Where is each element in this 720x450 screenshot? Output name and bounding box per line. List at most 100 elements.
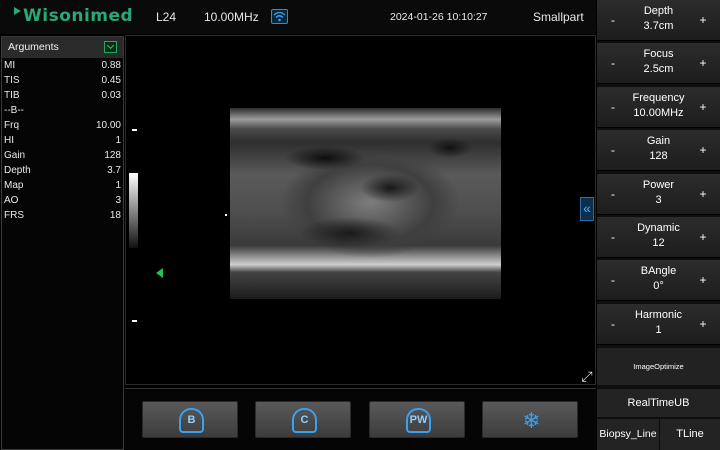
exam-preset-label[interactable]: Smallpart: [533, 10, 584, 24]
freeze-button[interactable]: ❄: [482, 401, 578, 438]
pw-mode-button[interactable]: PW: [369, 401, 465, 438]
control-name: Frequency: [632, 91, 685, 104]
control-frequency: - Frequency 10.00MHz +: [597, 86, 720, 128]
argument-row: AO 3: [2, 193, 123, 208]
increase-button[interactable]: +: [696, 230, 710, 244]
argument-key: TIB: [4, 90, 20, 101]
control-value: 3: [655, 193, 662, 206]
control-power: - Power 3 +: [597, 173, 720, 215]
control-value: 10.00MHz: [633, 106, 684, 119]
ultrasound-image-area[interactable]: ⤢: [125, 35, 596, 385]
control-bangle: - BAngle 0° +: [597, 260, 720, 302]
control-name: BAngle: [640, 265, 677, 278]
argument-value: 3.7: [107, 165, 121, 176]
pw-mode-icon: PW: [406, 408, 431, 433]
arguments-list: MI 0.88 TIS 0.45 TIB 0.03 --B-- Frq 10.00 HI 1 Gain…: [2, 58, 123, 223]
wifi-icon[interactable]: [271, 9, 288, 24]
image-optimize-button[interactable]: ImageOptimize: [597, 348, 720, 385]
biopsy-line-button[interactable]: Biopsy_Line: [597, 419, 659, 450]
argument-key: Gain: [4, 150, 26, 161]
increase-button[interactable]: +: [696, 56, 710, 70]
mode-selector-bar: B C PW ❄: [125, 388, 596, 450]
argument-key: Depth: [4, 165, 31, 176]
c-mode-button[interactable]: C: [255, 401, 351, 438]
argument-row: TIB 0.03: [2, 88, 123, 103]
logo-mark-icon: [14, 7, 21, 15]
control-value: 2.5cm: [643, 63, 674, 76]
arguments-header: Arguments: [2, 37, 123, 58]
argument-row: FRS 18: [2, 208, 123, 223]
collapse-right-panel-chevron-icon[interactable]: «: [580, 197, 594, 221]
increase-button[interactable]: +: [696, 13, 710, 27]
top-status-bar: Wisonimed L24 10.00MHz 2024-01-26 10:10:…: [0, 0, 596, 34]
control-value: 12: [652, 237, 665, 249]
control-dynamic: - Dynamic 12 +: [597, 217, 720, 258]
control-value: 1: [655, 323, 662, 336]
argument-row: Map 1: [2, 178, 123, 193]
argument-key: TIS: [4, 75, 20, 86]
brand-logo: Wisonimed: [14, 6, 133, 26]
fullscreen-expand-icon[interactable]: ⤢: [578, 367, 596, 385]
control-focus: - Focus 2.5cm +: [597, 43, 720, 85]
realtime-ub-button[interactable]: RealTimeUB: [597, 389, 720, 417]
argument-value: 0.45: [101, 75, 121, 86]
arguments-title: Arguments: [8, 41, 59, 53]
control-gain: - Gain 128 +: [597, 130, 720, 172]
increase-button[interactable]: +: [696, 187, 710, 201]
argument-value: 1: [115, 180, 121, 191]
argument-row: --B--: [2, 103, 123, 118]
argument-value: 0.03: [101, 90, 121, 101]
argument-value: 1: [115, 135, 121, 146]
frequency-readout: 10.00MHz: [204, 10, 259, 24]
argument-row: TIS 0.45: [2, 73, 123, 88]
control-name: Focus: [643, 48, 674, 61]
depth-scale-marker: [132, 320, 137, 322]
increase-button[interactable]: +: [696, 273, 710, 287]
argument-key: FRS: [4, 210, 24, 221]
tline-button[interactable]: TLine: [660, 419, 720, 450]
argument-row: Gain 128: [2, 148, 123, 163]
increase-button[interactable]: +: [696, 143, 710, 157]
argument-row: HI 1: [2, 133, 123, 148]
collapse-arguments-chevron-icon[interactable]: [104, 41, 117, 53]
argument-key: --B--: [4, 105, 24, 116]
increase-button[interactable]: +: [696, 317, 710, 331]
datetime-readout: 2024-01-26 10:10:27: [390, 11, 488, 23]
control-value: 3.7cm: [643, 20, 674, 32]
b-mode-button[interactable]: B: [142, 401, 238, 438]
grayscale-bar: [129, 173, 138, 248]
freeze-snowflake-icon: ❄: [522, 408, 541, 433]
right-control-panel: - Depth 3.7cm + - Focus 2.5cm + - Frequency 10.00M…: [597, 0, 720, 450]
control-value: 128: [649, 150, 668, 163]
argument-key: Frq: [4, 120, 19, 131]
logo-text: Wisonimed: [23, 6, 134, 26]
argument-key: HI: [4, 135, 14, 146]
argument-row: Depth 3.7: [2, 163, 123, 178]
c-mode-icon: C: [292, 408, 317, 433]
argument-row: Frq 10.00: [2, 118, 123, 133]
control-depth: - Depth 3.7cm +: [597, 0, 720, 41]
depth-scale-marker: [132, 129, 137, 131]
control-name: Depth: [643, 5, 674, 17]
argument-value: 128: [104, 150, 121, 161]
argument-key: Map: [4, 180, 24, 191]
control-name: Power: [642, 178, 675, 191]
b-mode-icon: B: [179, 408, 204, 433]
probe-label: L24: [156, 10, 177, 24]
cursor-dot: [225, 214, 227, 216]
argument-value: 0.88: [101, 60, 121, 71]
control-name: Harmonic: [634, 308, 683, 321]
control-name: Dynamic: [637, 222, 680, 234]
ultrasound-b-mode-image: [230, 108, 501, 299]
argument-value: 10.00: [95, 120, 121, 131]
argument-key: MI: [4, 60, 16, 71]
increase-button[interactable]: +: [696, 100, 710, 114]
argument-value: 18: [109, 210, 121, 221]
argument-value: 3: [115, 195, 121, 206]
arguments-panel: Arguments MI 0.88 TIS 0.45 TIB 0.03 --B-- Frq 10…: [1, 36, 124, 450]
control-value: 0°: [653, 280, 664, 293]
focus-position-marker-icon[interactable]: [156, 268, 163, 278]
argument-key: AO: [4, 195, 19, 206]
argument-row: MI 0.88: [2, 58, 123, 73]
control-name: Gain: [646, 135, 671, 148]
